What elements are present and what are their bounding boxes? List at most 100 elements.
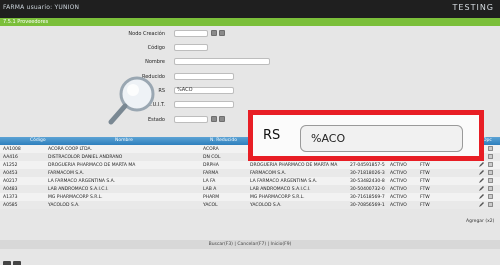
- cell-rs: DROGUERIA PHARMACO DE MARTA MA: [250, 162, 338, 168]
- table-row[interactable]: A0217 LA FARMACO ARGENTINA S.A. LA FA LA…: [0, 177, 500, 185]
- rs-input[interactable]: %ACO: [174, 87, 234, 94]
- footer-bar: Buscar(F3) | Cancelar(F7) | Inicio(F9): [0, 240, 500, 249]
- cell-name: DISTRACOLOR DANIEL ANDRANO: [48, 154, 123, 160]
- table-row[interactable]: A0483 LAB ANDROMACO S.A.I.C.I. LAB A LAB…: [0, 185, 500, 193]
- delete-icon[interactable]: [488, 178, 493, 183]
- table-row[interactable]: A0585 YACOLOD S.A. YACOL YACOLOD S.A. 30…: [0, 201, 500, 209]
- col-nombre[interactable]: Nombre: [115, 138, 133, 143]
- cell-short: FARMA: [203, 170, 219, 176]
- delete-icon[interactable]: [488, 186, 493, 191]
- cell-short: DRPHA: [203, 162, 219, 168]
- delete-icon[interactable]: [488, 162, 493, 167]
- cell-tipo: FTW: [420, 178, 430, 184]
- cell-rs: YACOLOD S.A.: [250, 202, 282, 208]
- cell-code: A0453: [3, 170, 18, 176]
- delete-icon[interactable]: [488, 202, 493, 207]
- cell-code: AA416: [3, 154, 18, 160]
- cell-code: A0585: [3, 202, 18, 208]
- cell-rs: FARMACOM S.A.: [250, 170, 286, 176]
- label-codigo: Código: [147, 45, 165, 51]
- environment-label: TESTING: [452, 3, 494, 12]
- cell-name: ACORA COOP LTDA.: [48, 146, 92, 152]
- cell-tipo: FTW: [420, 186, 430, 192]
- app-root: FARMA usuario: YUNION TESTING 7.5.1 Prov…: [0, 0, 500, 265]
- zoom-callout: RS %ACO: [248, 110, 484, 161]
- edit-icon[interactable]: [479, 202, 484, 207]
- edit-icon[interactable]: [479, 170, 484, 175]
- cell-name: FARMACOM S.A.: [48, 170, 84, 176]
- cell-short: DN COL: [203, 154, 221, 160]
- cell-code: A1252: [3, 162, 18, 168]
- cell-estado: ACTIVO: [390, 178, 407, 184]
- edit-icon[interactable]: [479, 178, 484, 183]
- cell-estado: ACTIVO: [390, 202, 407, 208]
- help-icon[interactable]: [3, 261, 11, 265]
- cell-estado: ACTIVO: [390, 170, 407, 176]
- cell-cuit: 27-04591857-5: [350, 162, 385, 168]
- top-header: FARMA usuario: YUNION TESTING: [0, 0, 500, 18]
- cell-tipo: FTW: [420, 194, 430, 200]
- col-reducido[interactable]: N. Reducido: [210, 138, 237, 143]
- delete-icon[interactable]: [488, 146, 493, 151]
- cell-code: A1373: [3, 194, 18, 200]
- section-bar: 7.5.1 Proveedores: [0, 18, 500, 26]
- close-icon[interactable]: [13, 261, 21, 265]
- cell-code: A0217: [3, 178, 18, 184]
- footer-shortcuts[interactable]: Buscar(F3) | Cancelar(F7) | Inicio(F9): [0, 242, 500, 247]
- delete-icon[interactable]: [488, 194, 493, 199]
- cell-short: ACORA: [203, 146, 219, 152]
- cell-tipo: FTW: [420, 170, 430, 176]
- cell-code: A0483: [3, 186, 18, 192]
- label-nombre: Nombre: [145, 59, 165, 65]
- cell-short: PHARM: [203, 194, 220, 200]
- label-nodo-creacion: Nodo Creación: [128, 31, 165, 37]
- cell-cuit: 30-71818026-3: [350, 170, 385, 176]
- user-info: FARMA usuario: YUNION: [3, 4, 80, 11]
- cuit-input[interactable]: [174, 101, 234, 108]
- bottom-toolbar: [3, 254, 23, 265]
- cell-rs: LAB ANDROMACO S.A.I.C.I.: [250, 186, 311, 192]
- reducido-input[interactable]: [174, 73, 234, 80]
- delete-icon[interactable]: [488, 170, 493, 175]
- cell-name: MG PHARMACORP S.R.L.: [48, 194, 103, 200]
- edit-icon[interactable]: [479, 162, 484, 167]
- delete-icon[interactable]: [488, 154, 493, 159]
- cell-tipo: FTW: [420, 162, 430, 168]
- cell-code: AA1008: [3, 146, 21, 152]
- cell-estado: ACTIVO: [390, 162, 407, 168]
- table-row[interactable]: A1373 MG PHARMACORP S.R.L. PHARM MG PHAR…: [0, 193, 500, 201]
- cell-name: LA FARMACO ARGENTINA S.A.: [48, 178, 116, 184]
- cell-short: YACOL: [203, 202, 218, 208]
- cell-tipo: FTW: [420, 202, 430, 208]
- codigo-input[interactable]: [174, 44, 208, 51]
- cell-cuit: 30-71618569-7: [350, 194, 385, 200]
- zoom-rs-input[interactable]: %ACO: [300, 125, 463, 152]
- cell-name: LAB ANDROMACO S.A.I.C.I.: [48, 186, 109, 192]
- nombre-input[interactable]: [174, 58, 270, 65]
- cell-name: YACOLOD S.A.: [48, 202, 80, 208]
- zoom-rs-label: RS: [263, 128, 281, 143]
- cell-estado: ACTIVO: [390, 186, 407, 192]
- estado-lookup-button[interactable]: [211, 116, 217, 122]
- cell-short: LA FA: [203, 178, 216, 184]
- cell-name: DROGUERIA PHARMACO DE MARTA MA: [48, 162, 136, 168]
- table-row[interactable]: A1252 DROGUERIA PHARMACO DE MARTA MA DRP…: [0, 161, 500, 169]
- lookup-button[interactable]: [211, 30, 217, 36]
- clear-button[interactable]: [219, 30, 225, 36]
- edit-icon[interactable]: [479, 194, 484, 199]
- cell-rs: MG PHARMACORP S.R.L.: [250, 194, 305, 200]
- estado-clear-button[interactable]: [219, 116, 225, 122]
- section-title: 7.5.1 Proveedores: [3, 19, 49, 25]
- col-codigo[interactable]: Código: [30, 138, 46, 143]
- cell-rs: LA FARMACO ARGENTINA S.A.: [250, 178, 318, 184]
- table-row[interactable]: A0453 FARMACOM S.A. FARMA FARMACOM S.A. …: [0, 169, 500, 177]
- estado-select[interactable]: [174, 116, 208, 123]
- cell-cuit: 30-70856569-1: [350, 202, 385, 208]
- cell-cuit: 30-50400732-0: [350, 186, 385, 192]
- col-opciones: Opc: [483, 138, 492, 143]
- edit-icon[interactable]: [479, 186, 484, 191]
- add-link[interactable]: Agregar (x2): [466, 219, 494, 224]
- nodo-creacion-input[interactable]: [174, 30, 208, 37]
- cell-estado: ACTIVO: [390, 194, 407, 200]
- cell-cuit: 30-53482430-8: [350, 178, 385, 184]
